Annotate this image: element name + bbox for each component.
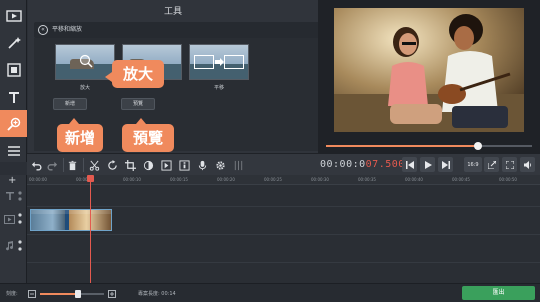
video-lane[interactable] <box>27 207 540 235</box>
detach-icon[interactable] <box>484 157 499 172</box>
more-list-icon[interactable] <box>0 137 27 164</box>
tool-rail <box>0 0 27 162</box>
effect-label: 平移 <box>213 85 224 91</box>
progress-knob[interactable] <box>474 142 483 150</box>
ruler-tick: 00:00:35 <box>358 177 376 182</box>
equalizer-icon[interactable] <box>231 158 245 172</box>
callout-add: 新增 <box>57 118 103 152</box>
callout-preview: 預覽 <box>122 118 174 152</box>
progress-fill <box>326 145 479 147</box>
timeline-scale-slider[interactable] <box>40 290 104 298</box>
play-icon[interactable] <box>420 157 435 172</box>
time-ruler[interactable]: 00:00:00 00:00:05 00:00:10 00:00:15 00:00:20… <box>27 175 540 185</box>
delete-icon[interactable] <box>65 158 79 172</box>
add-track-icon[interactable]: + <box>8 175 16 186</box>
skip-back-icon[interactable] <box>402 157 417 172</box>
video-track-toggles-icon[interactable] <box>17 212 23 226</box>
ruler-tick: 00:00:00 <box>29 177 47 182</box>
effect-label: 放大 <box>79 85 90 91</box>
video-frame <box>334 8 524 132</box>
music-track-icon <box>6 241 14 251</box>
subpanel-header: « 平移和縮放 <box>34 22 338 38</box>
playback-progress[interactable] <box>326 142 532 150</box>
timecode-main: 00:00:0 <box>320 159 366 170</box>
add-button[interactable]: 新增 <box>53 98 87 110</box>
filmstrip-icon[interactable] <box>0 56 27 83</box>
ruler-tick: 00:00:20 <box>217 177 235 182</box>
scale-label: 刻度: <box>6 291 18 297</box>
timecode: 00:00:007.500 <box>320 159 405 170</box>
edit-toolbar: 00:00:007.500 16:9 <box>27 153 540 175</box>
ruler-tick: 00:00:40 <box>405 177 423 182</box>
ruler-tick: 00:00:10 <box>123 177 141 182</box>
scale-knob[interactable] <box>75 290 82 298</box>
zoom-in-icon[interactable] <box>108 290 116 298</box>
media-icon[interactable] <box>0 2 27 29</box>
text-icon[interactable] <box>0 83 27 110</box>
color-adjust-icon[interactable] <box>141 158 155 172</box>
ruler-tick: 00:00:50 <box>499 177 517 182</box>
magic-wand-icon[interactable] <box>0 29 27 56</box>
playhead-handle[interactable] <box>87 175 94 182</box>
image-info-icon[interactable] <box>177 158 191 172</box>
settings-gear-icon[interactable] <box>213 158 227 172</box>
timeline[interactable]: + 00:00:00 00:00:05 00:00:10 00:00:15 00:00:… <box>0 175 540 283</box>
video-clip[interactable] <box>30 209 112 231</box>
timecode-ms: 07.500 <box>365 159 405 170</box>
microphone-icon[interactable] <box>195 158 209 172</box>
preview-button[interactable]: 預覽 <box>121 98 155 110</box>
audio-lane[interactable] <box>27 235 540 263</box>
magnifier-icon <box>79 54 93 68</box>
ruler-tick: 00:00:15 <box>170 177 188 182</box>
callout-zoom: 放大 <box>105 60 164 88</box>
playhead[interactable] <box>90 175 91 283</box>
audio-track-toggles-icon[interactable] <box>17 239 23 253</box>
fullscreen-icon[interactable] <box>502 157 517 172</box>
aspect-ratio-button[interactable]: 16:9 <box>464 157 482 172</box>
arrow-right-icon <box>215 58 224 66</box>
export-button[interactable]: 匯出 <box>462 286 535 300</box>
ruler-tick: 00:00:45 <box>452 177 470 182</box>
effect-thumb-pan[interactable] <box>189 44 249 80</box>
rotate-icon[interactable] <box>105 158 119 172</box>
track-toggles-icon[interactable] <box>17 190 23 202</box>
text-track-icon <box>6 192 14 200</box>
ruler-tick: 00:00:25 <box>264 177 282 182</box>
track-controls: + <box>0 175 27 283</box>
redo-icon[interactable] <box>45 158 59 172</box>
undo-icon[interactable] <box>29 158 43 172</box>
crop-icon[interactable] <box>123 158 137 172</box>
preview-pane <box>318 0 540 153</box>
ruler-tick: 00:00:30 <box>311 177 329 182</box>
project-duration: 專案長度: 00:14 <box>138 291 176 297</box>
text-lane[interactable] <box>27 185 540 207</box>
panel-title: 工具 <box>163 7 182 17</box>
status-bar: 刻度: 專案長度: 00:14 匯出 <box>0 283 540 302</box>
skip-forward-icon[interactable] <box>438 157 453 172</box>
subpanel-title: 平移和縮放 <box>52 26 83 33</box>
zoom-tool-icon[interactable] <box>0 110 27 137</box>
volume-icon[interactable] <box>520 157 535 172</box>
zoom-out-icon[interactable] <box>28 290 36 298</box>
back-icon[interactable]: « <box>38 25 48 35</box>
cut-icon[interactable] <box>87 158 101 172</box>
transition-icon[interactable] <box>159 158 173 172</box>
tools-panel: 工具 « 平移和縮放 放大 平移 新增 預覽 放大 新增 預覽 <box>28 0 338 153</box>
scale-fill <box>40 293 79 295</box>
video-track-icon <box>4 215 15 224</box>
